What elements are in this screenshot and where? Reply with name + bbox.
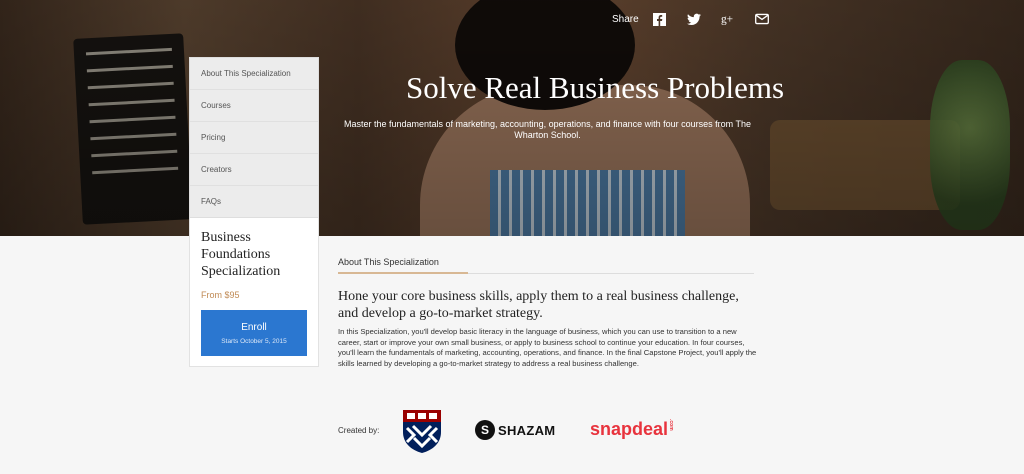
sidebar-item-courses[interactable]: Courses xyxy=(190,90,318,122)
tab-active-indicator xyxy=(338,272,468,274)
shazam-icon: S xyxy=(475,420,495,440)
facebook-icon[interactable] xyxy=(653,12,667,26)
enroll-start-date: Starts October 5, 2015 xyxy=(221,337,287,345)
google-plus-icon[interactable]: g+ xyxy=(721,12,735,26)
sidebar-nav: About This Specialization Courses Pricin… xyxy=(189,57,319,218)
price-label: From $95 xyxy=(201,290,240,300)
created-by-label: Created by: xyxy=(338,426,380,435)
hero-subtitle: Master the fundamentals of marketing, ac… xyxy=(343,119,752,140)
sidebar-item-faqs[interactable]: FAQs xyxy=(190,186,318,217)
svg-text:g+: g+ xyxy=(721,14,733,26)
shazam-wordmark: SHAZAM xyxy=(498,422,556,438)
hero-banner: Share g+ Solve Real Business Problems Ma… xyxy=(0,0,1024,236)
section-headline: Hone your core business skills, apply th… xyxy=(338,289,739,321)
snapdeal-suffix: .com xyxy=(668,419,675,431)
sidebar-item-pricing[interactable]: Pricing xyxy=(190,122,318,154)
hero-title: Solve Real Business Problems xyxy=(405,70,785,105)
sidebar-item-creators[interactable]: Creators xyxy=(190,154,318,186)
sidebar-item-about[interactable]: About This Specialization xyxy=(190,58,318,90)
sidebar: About This Specialization Courses Pricin… xyxy=(189,57,319,367)
twitter-icon[interactable] xyxy=(686,12,701,26)
email-icon[interactable] xyxy=(754,12,769,26)
section-body: In this Specialization, you'll develop b… xyxy=(338,327,757,368)
specialization-card: Business Foundations Specialization From… xyxy=(189,218,319,367)
enroll-button[interactable]: Enroll Starts October 5, 2015 xyxy=(201,310,307,356)
snapdeal-wordmark: snapdeal xyxy=(590,419,669,439)
specialization-title: Business Foundations Specialization xyxy=(201,230,281,279)
shazam-logo[interactable]: S SHAZAM xyxy=(475,420,555,440)
tab-about[interactable]: About This Specialization xyxy=(338,257,439,267)
share-bar: Share g+ xyxy=(612,12,769,26)
penn-logo[interactable] xyxy=(401,408,443,454)
snapdeal-logo[interactable]: snapdeal.com xyxy=(590,419,674,440)
enroll-label: Enroll xyxy=(241,321,267,333)
share-label: Share xyxy=(612,13,639,25)
